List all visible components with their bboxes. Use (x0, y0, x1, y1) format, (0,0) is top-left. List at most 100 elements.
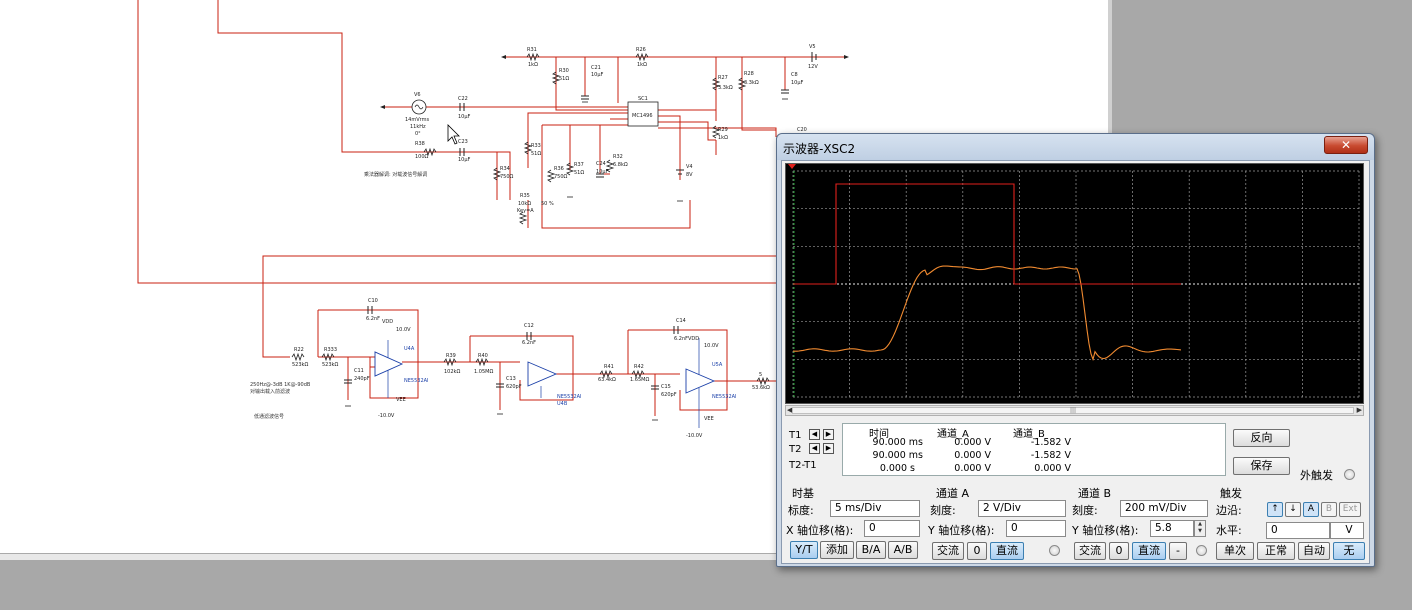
channel-b-ground-radio[interactable] (1196, 545, 1207, 556)
ba-mode-button[interactable]: B/A (856, 541, 886, 559)
channel-b-ypos-spinner[interactable]: ▲ ▼ (1194, 520, 1206, 537)
svg-text:R39: R39 (446, 353, 456, 359)
svg-text:0°: 0° (415, 131, 421, 137)
channel-a-zero-button[interactable]: 0 (967, 542, 987, 560)
auto-trigger-button[interactable]: 自动 (1298, 542, 1330, 560)
channel-b-ac-button[interactable]: 交流 (1074, 542, 1106, 560)
channel-a-ypos-field[interactable]: 0 (1006, 520, 1066, 537)
channel-b-scale-field[interactable]: 200 mV/Div (1120, 500, 1208, 517)
oscilloscope-titlebar[interactable]: 示波器-XSC2 ✕ (777, 134, 1374, 160)
trigger-edge-buttons: ↑ ↓ A B Ext (1267, 502, 1367, 518)
trigger-level-unit[interactable]: V (1330, 522, 1364, 539)
dt-channel-a: 0.000 V (954, 463, 991, 474)
svg-text:10µF: 10µF (791, 80, 804, 86)
channel-a-dc-button[interactable]: 直流 (990, 542, 1024, 560)
svg-text:250Hz@-3dB 1K@-90dB: 250Hz@-3dB 1K@-90dB (250, 382, 311, 388)
channel-a-scale-field[interactable]: 2 V/Div (978, 500, 1066, 517)
svg-text:10.0V: 10.0V (704, 343, 719, 349)
svg-text:100Ω: 100Ω (415, 154, 429, 160)
svg-text:V4: V4 (686, 164, 693, 170)
add-mode-button[interactable]: 添加 (820, 541, 854, 559)
svg-text:C21: C21 (591, 65, 601, 71)
cursor-measurements: T1 ◀ ▶ T2 ◀ ▶ T2-T1 时间 通道_A 通道_B 90.000 … (785, 421, 1233, 477)
svg-text:523kΩ: 523kΩ (322, 362, 338, 368)
single-trigger-button[interactable]: 单次 (1216, 542, 1254, 560)
svg-text:C12: C12 (524, 323, 534, 329)
channel-b-ypos-label: Y 轴位移(格): (1072, 524, 1139, 537)
svg-text:10µF: 10µF (596, 169, 609, 175)
reverse-button[interactable]: 反向 (1233, 429, 1290, 447)
svg-text:VDD: VDD (382, 319, 393, 325)
svg-text:3.3kΩ: 3.3kΩ (718, 85, 733, 91)
svg-text:12V: 12V (808, 64, 818, 70)
svg-text:Key=A: Key=A (517, 208, 534, 214)
yt-mode-button[interactable]: Y/T (790, 541, 818, 559)
svg-text:523kΩ: 523kΩ (292, 362, 308, 368)
svg-text:10.0V: 10.0V (396, 327, 411, 333)
t2-channel-a: 0.000 V (954, 450, 991, 461)
x-position-field[interactable]: 0 (864, 520, 920, 537)
t1-left-arrow[interactable]: ◀ (809, 429, 820, 440)
channel-a-ground-radio[interactable] (1049, 545, 1060, 556)
svg-text:R34: R34 (500, 166, 510, 172)
svg-text:C8: C8 (791, 72, 798, 78)
svg-text:R42: R42 (634, 364, 644, 370)
svg-text:NE5532AI: NE5532AI (404, 378, 429, 384)
svg-text:乘法器解调: 对载波信号解调: 乘法器解调: 对载波信号解调 (364, 171, 427, 178)
svg-text:6.8kΩ: 6.8kΩ (613, 162, 628, 168)
svg-text:10µF: 10µF (458, 157, 471, 163)
svg-text:C23: C23 (458, 139, 468, 145)
normal-trigger-button[interactable]: 正常 (1257, 542, 1295, 560)
svg-text:U4A: U4A (404, 346, 415, 352)
svg-text:102kΩ: 102kΩ (444, 369, 460, 375)
svg-text:R35: R35 (520, 193, 530, 199)
svg-text:53.6kΩ: 53.6kΩ (752, 385, 770, 391)
ab-mode-button[interactable]: A/B (888, 541, 918, 559)
svg-text:V6: V6 (414, 92, 421, 98)
channel-b-invert-button[interactable]: - (1169, 542, 1187, 560)
t2-right-arrow[interactable]: ▶ (823, 443, 834, 454)
channel-b-zero-button[interactable]: 0 (1109, 542, 1129, 560)
falling-edge-icon[interactable]: ↓ (1285, 502, 1301, 517)
svg-text:8V: 8V (686, 172, 693, 178)
timebase-scale-field[interactable]: 5 ms/Div (830, 500, 920, 517)
svg-text:C15: C15 (661, 384, 671, 390)
svg-text:V5: V5 (809, 44, 816, 50)
svg-text:1kΩ: 1kΩ (637, 62, 647, 68)
svg-text:NE5532AI: NE5532AI (712, 394, 737, 400)
channel-b-title: 通道 B (1078, 487, 1112, 500)
dt-time: 0.000 s (879, 463, 915, 474)
trigger-source-a-button[interactable]: A (1303, 502, 1319, 517)
desktop: R31 1kΩ C21 10µF R26 1kΩ V5 12V R30 51Ω R27 3.… (0, 0, 1412, 610)
t2-t1-label: T2-T1 (789, 460, 817, 471)
scroll-thumb[interactable]: ||| (792, 407, 1354, 414)
svg-text:低通滤波信号: 低通滤波信号 (254, 413, 284, 420)
trigger-level-label: 水平: (1216, 524, 1242, 537)
channel-b-ypos-field[interactable]: 5.8 (1150, 520, 1194, 537)
t2-left-arrow[interactable]: ◀ (809, 443, 820, 454)
channel-a-ac-button[interactable]: 交流 (932, 542, 964, 560)
trigger-source-b-button[interactable]: B (1321, 502, 1337, 517)
svg-text:R31: R31 (527, 47, 537, 53)
rising-edge-icon[interactable]: ↑ (1267, 502, 1283, 517)
ext-trigger-radio[interactable] (1344, 469, 1355, 480)
svg-text:对输出载入前滤波: 对输出载入前滤波 (250, 388, 290, 395)
trigger-level-field[interactable]: 0 (1266, 522, 1330, 539)
t1-right-arrow[interactable]: ▶ (823, 429, 834, 440)
svg-text:R37: R37 (574, 162, 584, 168)
channel-b-dc-button[interactable]: 直流 (1132, 542, 1166, 560)
scroll-right-arrow[interactable]: ▶ (1357, 406, 1362, 414)
trigger-source-ext-button[interactable]: Ext (1339, 502, 1361, 517)
svg-text:6.2nF: 6.2nF (674, 336, 688, 342)
close-button[interactable]: ✕ (1324, 136, 1368, 154)
scope-horizontal-scrollbar[interactable]: ◀ ||| ▶ (785, 405, 1364, 416)
none-trigger-button[interactable]: 无 (1333, 542, 1365, 560)
svg-text:620pF: 620pF (506, 384, 522, 390)
save-button[interactable]: 保存 (1233, 457, 1290, 475)
svg-text:R27: R27 (718, 75, 728, 81)
svg-text:51Ω: 51Ω (531, 151, 541, 157)
channel-a-ypos-label: Y 轴位移(格): (928, 524, 995, 537)
ext-trigger-label: 外触发 (1300, 469, 1333, 482)
svg-text:5: 5 (759, 372, 762, 378)
scope-display[interactable] (785, 163, 1364, 404)
